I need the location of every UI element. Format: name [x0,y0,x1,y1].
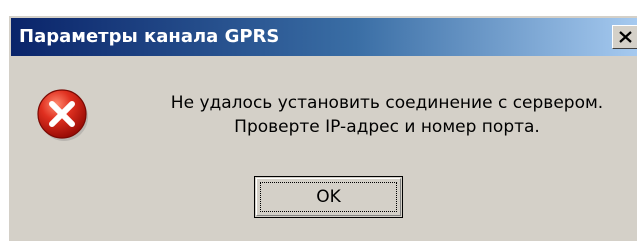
ok-button-label: OK [316,187,341,207]
dialog-title: Параметры канала GPRS [19,26,280,47]
ok-button[interactable]: OK [254,176,403,218]
message-line: Не удалось установить соединение с серве… [170,93,604,113]
title-bar[interactable]: Параметры канала GPRS [11,18,637,56]
close-button[interactable] [612,25,637,49]
close-icon [619,31,632,43]
error-message: Не удалось установить соединение с серве… [137,91,637,139]
dialog-window: Параметры канала GPRS Не удалось установ… [8,15,637,241]
message-line: Проверте IP-адрес и номер порта. [234,117,540,137]
error-icon [37,89,88,141]
